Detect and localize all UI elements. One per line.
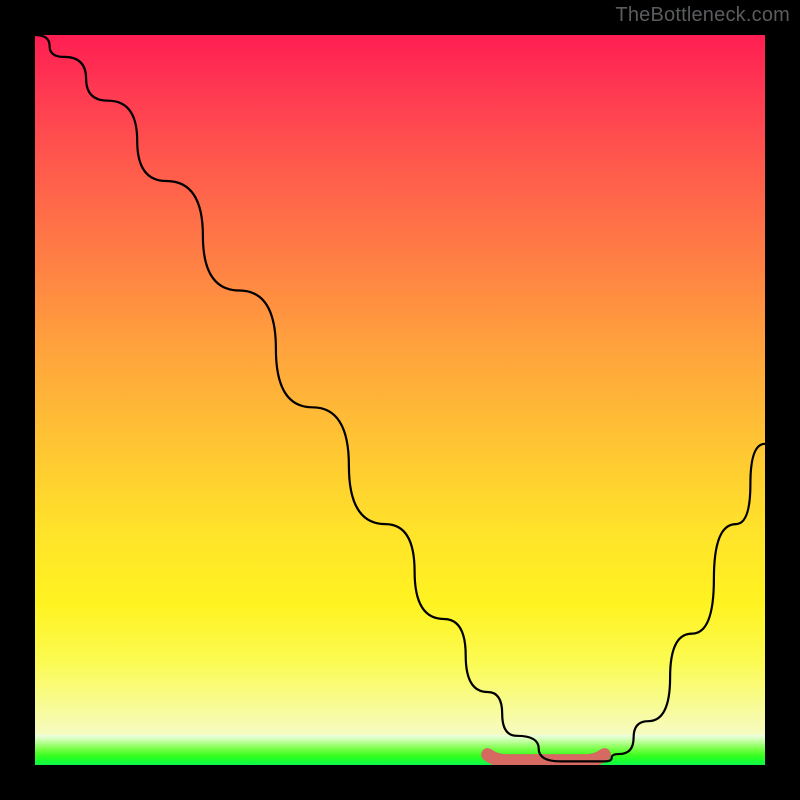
bottleneck-curve xyxy=(35,35,765,761)
chart-stage: TheBottleneck.com xyxy=(0,0,800,800)
watermark-text: TheBottleneck.com xyxy=(615,4,790,27)
plot-area xyxy=(35,35,765,765)
curve-overlay xyxy=(35,35,765,765)
